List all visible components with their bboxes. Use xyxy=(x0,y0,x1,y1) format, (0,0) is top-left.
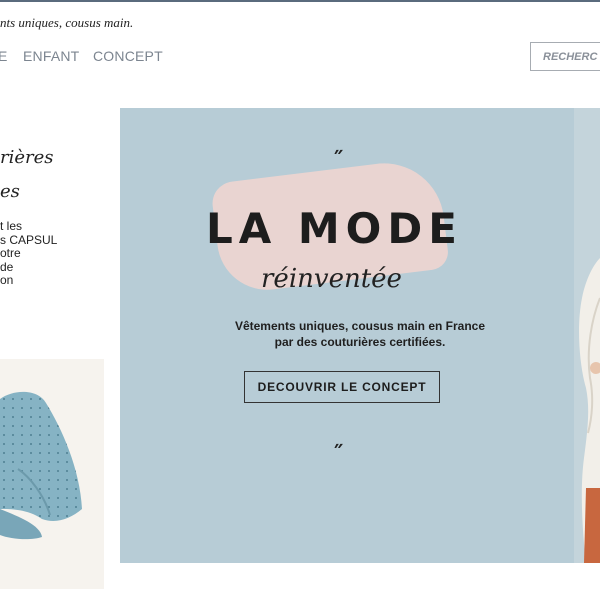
discover-concept-button[interactable]: DECOUVRIR LE CONCEPT xyxy=(244,371,440,403)
hero-subtitle-line: Vêtements uniques, cousus main en France xyxy=(234,319,486,333)
sidebar-text-line: otre xyxy=(0,246,21,260)
nav-item-femme[interactable]: E xyxy=(0,48,8,64)
quote-close-icon: ˝ xyxy=(332,442,343,468)
sidebar-script-line1: rières xyxy=(0,147,54,168)
hero-banner: ˝ LA MODE réinventée Vêtements uniques, … xyxy=(120,108,600,563)
nav-item-enfant[interactable]: ENFANT xyxy=(23,48,79,64)
model-figure xyxy=(579,258,600,563)
hero-subtitle-line: par des couturières certifiées. xyxy=(274,335,446,349)
quote-open-icon: ˝ xyxy=(332,148,343,174)
sidebar-script-line2: es xyxy=(0,181,20,202)
sidebar-text-line: t les xyxy=(0,219,23,233)
hero-script: réinventée xyxy=(261,264,402,294)
product-image[interactable] xyxy=(0,359,104,589)
search-box[interactable] xyxy=(530,42,600,71)
hero-subtitle: Vêtements uniques, cousus main en France… xyxy=(180,318,540,350)
top-border xyxy=(0,0,600,2)
sidebar-text-line: s CAPSUL xyxy=(0,232,58,247)
sidebar-text-line: de xyxy=(0,259,14,274)
search-input[interactable] xyxy=(531,43,600,70)
blue-blouse-image xyxy=(0,391,82,540)
nav-item-concept[interactable]: CONCEPT xyxy=(93,48,163,64)
sidebar-description: t les s CAPSUL otre de on xyxy=(0,219,58,288)
sidebar-text-line: on xyxy=(0,273,14,287)
hero-title: LA MODE xyxy=(206,204,463,253)
header-tagline: nts uniques, cousus main. xyxy=(0,15,134,30)
